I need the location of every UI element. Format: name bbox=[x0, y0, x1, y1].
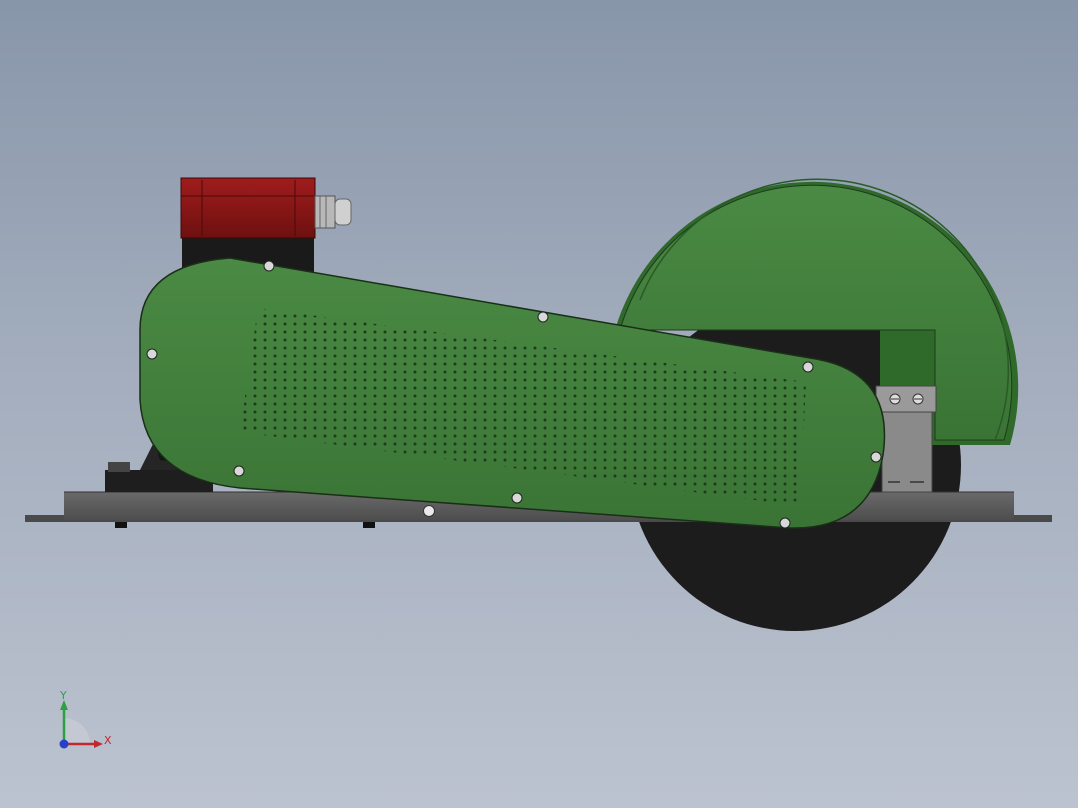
cable-gland bbox=[314, 195, 352, 229]
cad-viewport[interactable]: Y X bbox=[0, 0, 1078, 808]
triad-y-label: Y bbox=[59, 689, 67, 702]
triad-x-label: X bbox=[104, 734, 112, 747]
model-scene[interactable]: Y X bbox=[0, 0, 1078, 808]
coordinate-triad-icon: Y X bbox=[59, 689, 112, 749]
plate-hole bbox=[423, 505, 435, 517]
